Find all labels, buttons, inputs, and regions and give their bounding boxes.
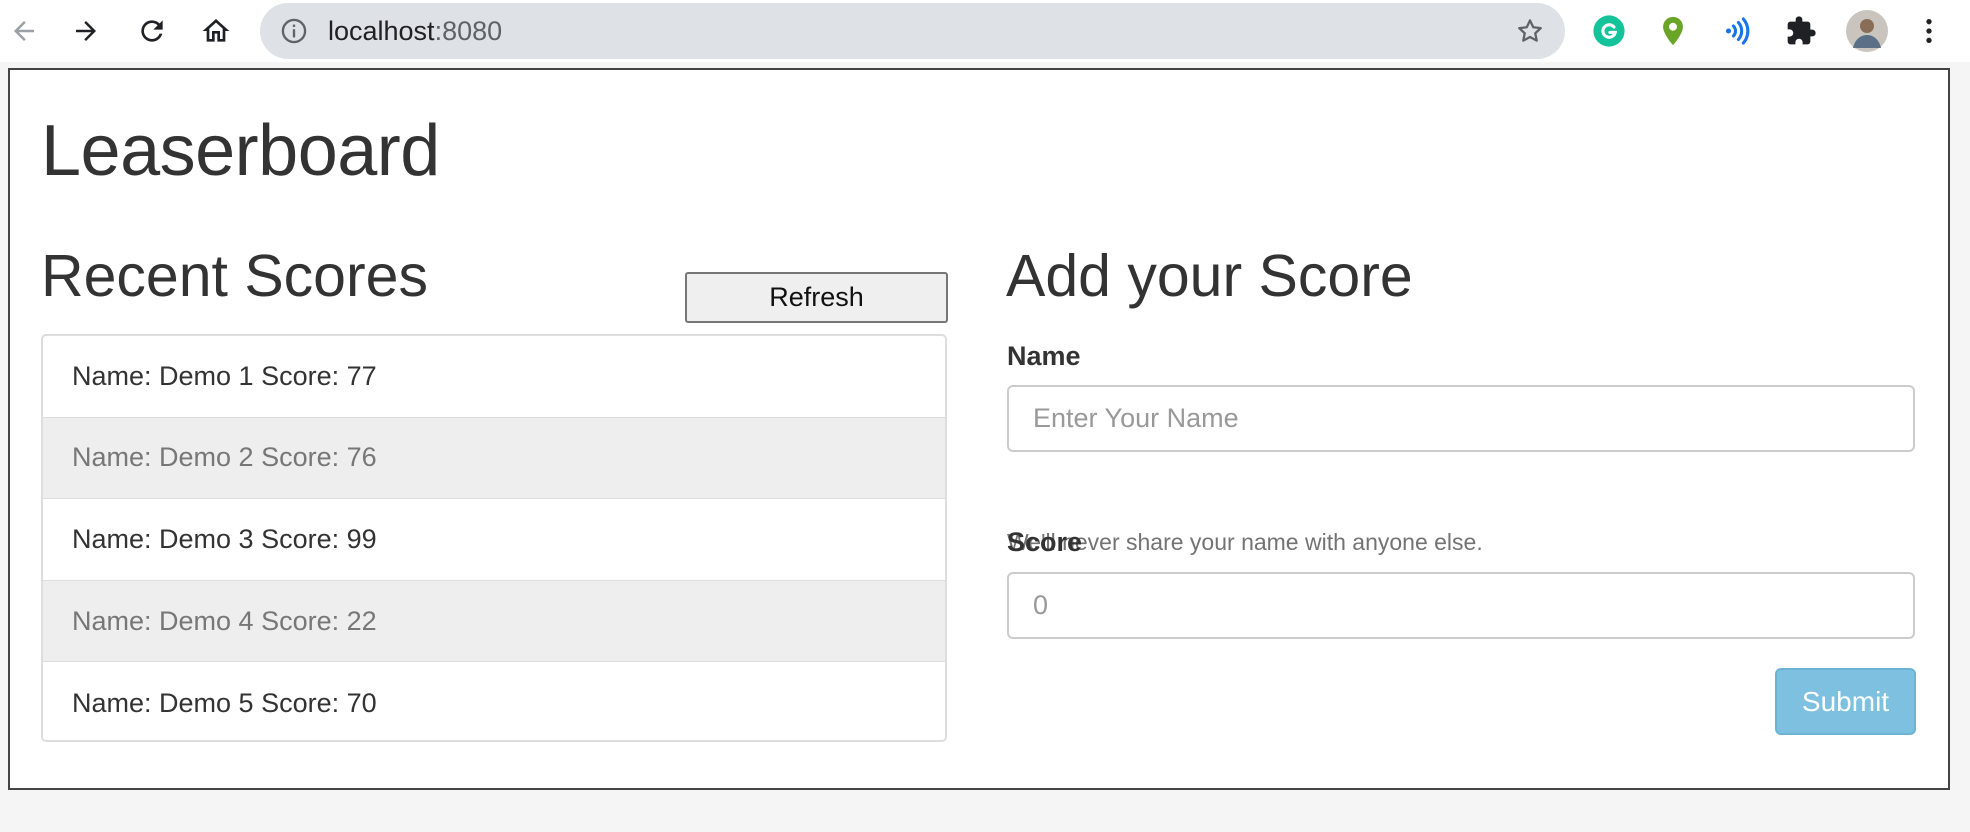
puzzle-icon [1787,16,1816,45]
location-pin-icon [1663,16,1683,46]
add-score-heading: Add your Score [1006,243,1413,309]
url-text[interactable]: localhost:8080 [328,3,502,59]
page-frame: Leaserboard Recent Scores Refresh Name: … [8,68,1950,790]
extensions-button[interactable] [1782,12,1820,50]
back-icon [14,21,34,41]
browser-menu-button[interactable] [1910,12,1948,50]
grammarly-icon [1593,15,1625,47]
submit-button[interactable]: Submit [1775,668,1916,735]
info-icon [281,18,307,44]
recent-scores-heading: Recent Scores [41,243,428,309]
browser-toolbar: localhost:8080 [0,0,1970,62]
kebab-menu-icon [1926,19,1932,43]
list-item: Name: Demo 1 Score: 77 [43,336,945,418]
page-title: Leaserboard [41,111,440,191]
name-label: Name [1007,341,1081,371]
broadcast-extension[interactable] [1718,12,1756,50]
home-button[interactable] [192,7,240,55]
forward-button[interactable] [62,7,110,55]
address-bar[interactable]: localhost:8080 [260,3,1565,59]
back-button[interactable] [0,7,48,55]
forward-icon [76,21,96,41]
reload-button[interactable] [128,7,176,55]
score-label: Score [1007,527,1083,557]
score-list: Name: Demo 1 Score: 77 Name: Demo 2 Scor… [41,334,947,742]
refresh-button[interactable]: Refresh [685,272,948,323]
name-input[interactable] [1007,385,1915,452]
home-icon [202,19,230,42]
list-item: Name: Demo 5 Score: 70 [72,687,377,718]
grammarly-extension[interactable] [1590,12,1628,50]
list-item: Name: Demo 3 Score: 99 [43,499,945,581]
score-input[interactable] [1007,572,1915,639]
avatar [1846,10,1888,52]
list-item: Name: Demo 4 Score: 22 [43,580,945,663]
location-extension[interactable] [1654,12,1692,50]
profile-avatar[interactable] [1846,10,1888,52]
url-host: localhost [328,16,435,46]
reload-icon [141,20,163,42]
star-icon[interactable] [1515,16,1545,46]
list-item: Name: Demo 2 Score: 76 [43,417,945,500]
url-port: :8080 [434,16,503,46]
broadcast-icon [1725,17,1750,45]
